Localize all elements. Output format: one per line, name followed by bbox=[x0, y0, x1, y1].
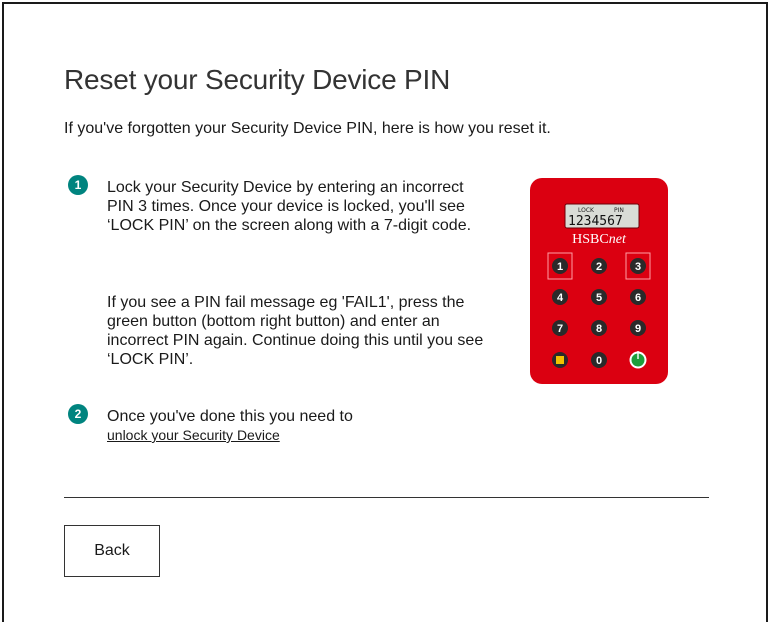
key-4-label: 4 bbox=[557, 292, 564, 304]
step-2-text: Once you've done this you need to unlock… bbox=[107, 407, 487, 445]
screen-code: 1234567 bbox=[568, 214, 623, 229]
step-2-label: Once you've done this you need to bbox=[107, 408, 353, 425]
step-2-badge: 2 bbox=[68, 404, 88, 424]
section-divider bbox=[64, 497, 709, 498]
step-1-badge: 1 bbox=[68, 175, 88, 195]
intro-text: If you've forgotten your Security Device… bbox=[64, 120, 551, 137]
key-6-label: 6 bbox=[635, 292, 641, 304]
unlock-device-link[interactable]: unlock your Security Device bbox=[107, 427, 280, 443]
back-button[interactable]: Back bbox=[64, 525, 160, 577]
step-1-note: If you see a PIN fail message eg 'FAIL1'… bbox=[107, 294, 484, 368]
step-1-text: Lock your Security Device by entering an… bbox=[107, 179, 472, 234]
key-3-label: 3 bbox=[635, 261, 641, 273]
security-device-illustration: LOCK PIN 1234567 HSBCnet 1 2 3 4 5 6 7 8… bbox=[530, 178, 668, 384]
key-1-label: 1 bbox=[557, 261, 563, 273]
key-7-label: 7 bbox=[557, 323, 563, 335]
key-8-label: 8 bbox=[596, 323, 602, 335]
device-brand: HSBCnet bbox=[572, 232, 627, 247]
key-5-label: 5 bbox=[596, 292, 602, 304]
key-9-label: 9 bbox=[635, 323, 641, 335]
yellow-square-icon bbox=[556, 356, 564, 364]
key-0-label: 0 bbox=[596, 355, 602, 367]
key-2-label: 2 bbox=[596, 261, 602, 273]
screen-pin-label: PIN bbox=[614, 207, 624, 214]
page-title: Reset your Security Device PIN bbox=[64, 64, 451, 95]
screen-lock-label: LOCK bbox=[578, 207, 595, 214]
